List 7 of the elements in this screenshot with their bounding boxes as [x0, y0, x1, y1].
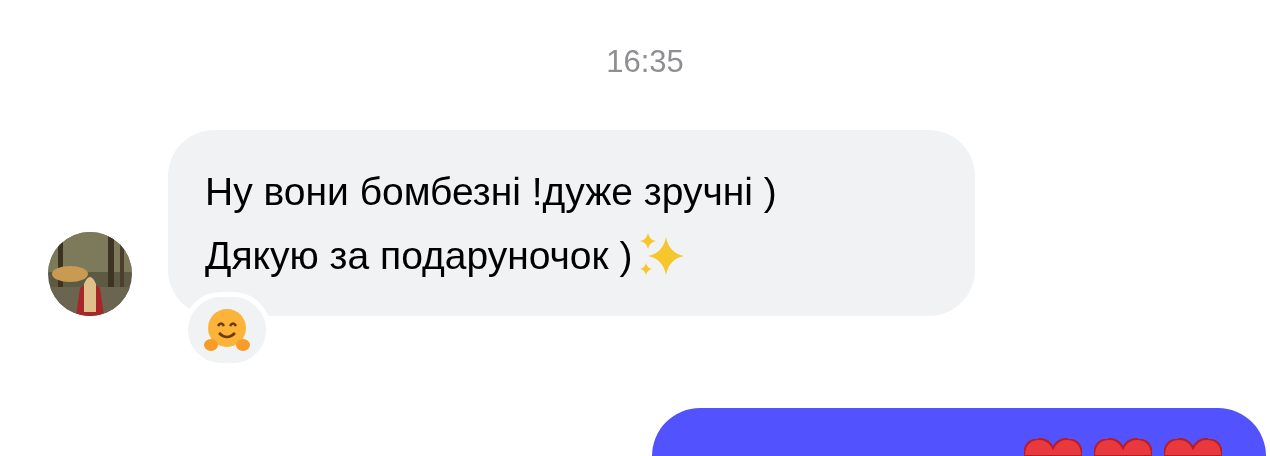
message-text: Ну вони бомбезні !дуже зручні ): [205, 169, 777, 215]
heart-icon: [1094, 438, 1152, 456]
hugging-face-icon: [204, 307, 250, 353]
heart-icon: [1164, 438, 1222, 456]
message-text: Дякую за подаруночок ): [205, 233, 633, 279]
timestamp: 16:35: [606, 44, 684, 79]
heart-icon: [1024, 438, 1082, 456]
